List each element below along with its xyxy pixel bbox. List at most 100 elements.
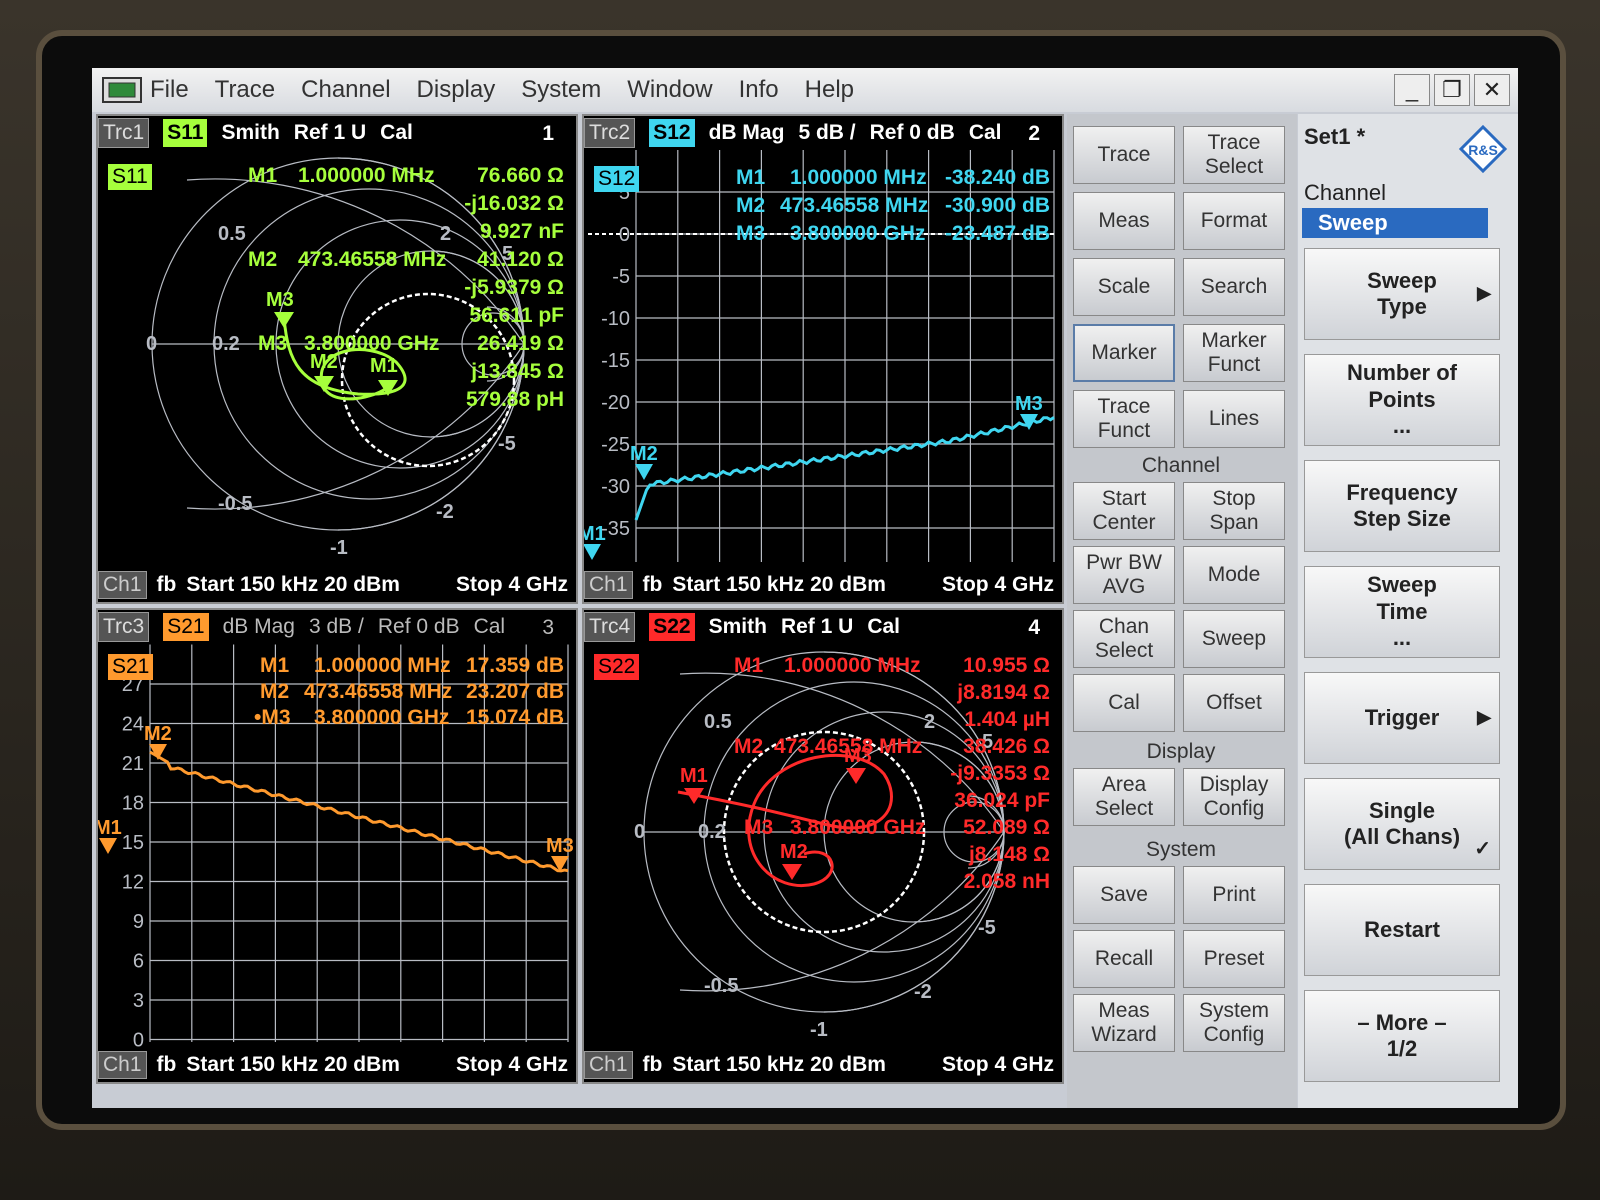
- system-config-button[interactable]: System Config: [1183, 994, 1285, 1052]
- trace-label[interactable]: Trc2: [584, 118, 636, 148]
- diagram-s21-dbmag[interactable]: Trc3 S21 dB Mag 3 dB / Ref 0 dB Cal 3 27…: [96, 608, 578, 1084]
- marker-triangle[interactable]: [635, 464, 653, 480]
- restart-button[interactable]: Restart: [1304, 884, 1500, 976]
- menu-info[interactable]: Info: [739, 76, 779, 104]
- smith-label: -0.5: [704, 975, 738, 997]
- marker-triangle[interactable]: [782, 864, 802, 880]
- cal-label: Cal: [867, 615, 900, 638]
- channel-footer: Ch1 fb Start 150 kHz 20 dBm Stop 4 GHz: [584, 568, 1062, 602]
- menu-file[interactable]: File: [150, 76, 189, 104]
- checkmark-icon: ✓: [1474, 838, 1491, 860]
- search-button[interactable]: Search: [1183, 258, 1285, 316]
- channel-label[interactable]: Ch1: [98, 571, 147, 599]
- marker-triangle[interactable]: [584, 544, 601, 560]
- stop-span-button[interactable]: Stop Span: [1183, 482, 1285, 540]
- channel-label[interactable]: Ch1: [584, 571, 633, 599]
- number-of-points-button[interactable]: Number of Points ...: [1304, 354, 1500, 446]
- save-button[interactable]: Save: [1073, 866, 1175, 924]
- s-param-label[interactable]: S12: [649, 119, 695, 147]
- y-tick-label: -30: [601, 476, 630, 498]
- menu-system[interactable]: System: [521, 76, 601, 104]
- more-button[interactable]: – More – 1/2: [1304, 990, 1500, 1082]
- plot-s21: 2724211815129630M2M1M3: [98, 644, 574, 1051]
- offset-button[interactable]: Offset: [1183, 674, 1285, 732]
- trace-label[interactable]: Trc4: [584, 612, 636, 642]
- mode-button[interactable]: Mode: [1183, 546, 1285, 604]
- pwr-bw-avg-button[interactable]: Pwr BW AVG: [1073, 546, 1175, 604]
- meas-wizard-button[interactable]: Meas Wizard: [1073, 994, 1175, 1052]
- channel-label[interactable]: Ch1: [98, 1051, 147, 1079]
- trace-select-button[interactable]: Trace Select: [1183, 126, 1285, 184]
- y-tick-label: 12: [122, 872, 144, 894]
- smith-label: 0.5: [704, 711, 732, 733]
- y-tick-label: 0: [133, 1030, 144, 1051]
- marker-value: -23.487 dB: [944, 222, 1050, 245]
- smith-label: 0: [634, 821, 645, 843]
- ref-label: Ref 0 dB: [869, 121, 955, 144]
- group-label-display: Display: [1146, 740, 1216, 763]
- start-label: Start 150 kHz 20 dBm: [672, 1053, 886, 1076]
- diagram-s22-smith[interactable]: Trc4 S22 Smith Ref 1 U Cal 4 0.5 0 0.2 2…: [582, 608, 1064, 1084]
- marker-value: 15.074 dB: [465, 706, 564, 729]
- sweep-button[interactable]: Sweep: [1183, 610, 1285, 668]
- y-tick-label: 24: [122, 714, 144, 736]
- s-param-label[interactable]: S21: [163, 613, 209, 641]
- marker-button[interactable]: Marker: [1073, 324, 1175, 382]
- recall-button[interactable]: Recall: [1073, 930, 1175, 988]
- close-icon[interactable]: ✕: [1474, 74, 1510, 106]
- channel-footer: Ch1 fb Start 150 kHz 20 dBm Stop 4 GHz: [584, 1048, 1062, 1082]
- softkey-menu-panel: Set1 * R&S Channel Sweep Sweep Type ▶ Num…: [1298, 114, 1518, 1108]
- channel-label[interactable]: Ch1: [584, 1051, 633, 1079]
- start-center-button[interactable]: Start Center: [1073, 482, 1175, 540]
- trace-funct-button[interactable]: Trace Funct: [1073, 390, 1175, 448]
- marker-id: M2: [260, 680, 290, 703]
- trace-label[interactable]: Trc1: [98, 118, 150, 148]
- marker-value: 9.927 nF: [479, 220, 564, 243]
- menu-channel[interactable]: Channel: [301, 76, 390, 104]
- trace-label[interactable]: Trc3: [98, 612, 150, 642]
- lines-button[interactable]: Lines: [1183, 390, 1285, 448]
- marker-funct-button[interactable]: Marker Funct: [1183, 324, 1285, 382]
- print-button[interactable]: Print: [1183, 866, 1285, 924]
- menu-selected-title: Sweep: [1302, 208, 1488, 238]
- frequency-step-size-button[interactable]: Frequency Step Size: [1304, 460, 1500, 552]
- menu-display[interactable]: Display: [417, 76, 496, 104]
- single-all-chans-button[interactable]: Single (All Chans) ✓: [1304, 778, 1500, 870]
- menu-window[interactable]: Window: [627, 76, 712, 104]
- diagram-s12-dbmag[interactable]: Trc2 S12 dB Mag 5 dB / Ref 0 dB Cal 2 50…: [582, 114, 1064, 604]
- marker-value: 26.419 Ω: [477, 332, 564, 355]
- setup-label: Set1 *: [1304, 124, 1366, 149]
- display-config-button[interactable]: Display Config: [1183, 768, 1285, 826]
- format-button[interactable]: Format: [1183, 192, 1285, 250]
- pane-number: 4: [1028, 616, 1040, 639]
- param-badge: S12: [594, 166, 640, 192]
- diagram-s11-smith[interactable]: Trc1 S11 Smith Ref 1 U Cal 1 0.5 0 0.2 2…: [96, 114, 578, 604]
- restore-icon[interactable]: ❐: [1434, 74, 1470, 106]
- area-select-button[interactable]: Area Select: [1073, 768, 1175, 826]
- marker-id: M2: [736, 194, 766, 217]
- meas-button[interactable]: Meas: [1073, 192, 1175, 250]
- submenu-arrow-icon: ▶: [1477, 707, 1491, 728]
- scale-button[interactable]: Scale: [1073, 258, 1175, 316]
- param-badge: S22: [594, 654, 640, 680]
- trace-button[interactable]: Trace: [1073, 126, 1175, 184]
- sweep-type-button[interactable]: Sweep Type ▶: [1304, 248, 1500, 340]
- marker-triangle[interactable]: [846, 768, 866, 784]
- preset-button[interactable]: Preset: [1183, 930, 1285, 988]
- marker-flag: M2: [630, 443, 658, 465]
- menu-trace[interactable]: Trace: [215, 76, 275, 104]
- minimize-icon[interactable]: _: [1394, 74, 1430, 106]
- marker-value: j8.148 Ω: [968, 843, 1050, 866]
- chan-select-button[interactable]: Chan Select: [1073, 610, 1175, 668]
- marker-triangle[interactable]: [99, 838, 117, 854]
- menu-help[interactable]: Help: [805, 76, 854, 104]
- trace-header: Trc1 S11 Smith Ref 1 U Cal 1: [98, 116, 576, 150]
- sweep-time-button[interactable]: Sweep Time ...: [1304, 566, 1500, 658]
- marker-value: -j5.9379 Ω: [464, 276, 564, 299]
- trigger-button[interactable]: Trigger ▶: [1304, 672, 1500, 764]
- stop-label: Stop 4 GHz: [941, 1053, 1054, 1076]
- marker-freq: 1.000000 MHz: [314, 654, 451, 677]
- s-param-label[interactable]: S22: [649, 613, 695, 641]
- s-param-label[interactable]: S11: [163, 119, 208, 147]
- cal-button[interactable]: Cal: [1073, 674, 1175, 732]
